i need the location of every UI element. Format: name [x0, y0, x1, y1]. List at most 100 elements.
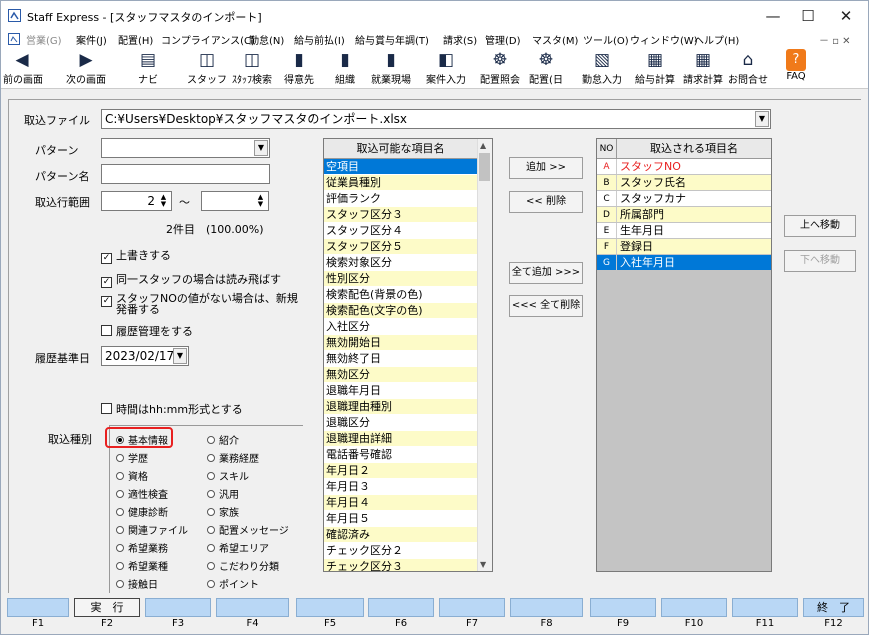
menu-sales[interactable]: 営業(G): [26, 32, 62, 47]
imported-item[interactable]: F 登録日: [597, 239, 771, 255]
imported-item[interactable]: E 生年月日: [597, 223, 771, 239]
radio-skill[interactable]: スキル: [207, 468, 249, 483]
remove-all-button[interactable]: <<< 全て削除: [509, 295, 583, 317]
toolbar-staff-search[interactable]: ◫ ｽﾀｯﾌ検索: [229, 49, 275, 87]
available-item[interactable]: 退職区分: [324, 415, 477, 431]
auto-number-checkbox[interactable]: ✓ スタッフNOの値がない場合は、新規発番する: [101, 293, 301, 315]
row-to-stepper[interactable]: ▲ ▼: [201, 191, 269, 211]
available-item[interactable]: 従業員種別: [324, 175, 477, 191]
row-from-stepper[interactable]: 2 ▲ ▼: [101, 191, 172, 211]
toolbar-attendance-entry[interactable]: ▧ 勤怠入力: [577, 49, 627, 87]
scroll-up-icon[interactable]: ▲: [480, 141, 486, 150]
radio-work-history[interactable]: 業務経歴: [207, 450, 259, 465]
available-item[interactable]: 評価ランク: [324, 191, 477, 207]
radio-points[interactable]: ポイント: [207, 576, 259, 591]
remove-button[interactable]: << 削除: [509, 191, 583, 213]
menu-window[interactable]: ウィンドウ(W): [630, 32, 698, 47]
available-item[interactable]: チェック区分３: [324, 559, 477, 571]
add-button[interactable]: 追加 >>: [509, 157, 583, 179]
menu-advance-pay[interactable]: 給与前払(I): [294, 32, 345, 47]
available-item[interactable]: 無効終了日: [324, 351, 477, 367]
time-format-checkbox[interactable]: 時間はhh:mm形式とする: [101, 401, 243, 417]
pattern-name-input[interactable]: [101, 164, 270, 184]
fkey-f8[interactable]: [510, 598, 583, 617]
menu-admin[interactable]: 管理(D): [485, 32, 521, 47]
available-item[interactable]: スタッフ区分４: [324, 223, 477, 239]
menu-compliance[interactable]: コンプライアンス(C): [161, 32, 255, 47]
radio-qualification[interactable]: 資格: [116, 468, 148, 483]
toolbar-navi[interactable]: ▤ ナビ: [133, 49, 163, 87]
pattern-select[interactable]: ▼: [101, 138, 270, 158]
available-item[interactable]: スタッフ区分３: [324, 207, 477, 223]
history-date-picker[interactable]: 2023/02/17 ▼: [101, 346, 189, 366]
available-item[interactable]: スタッフ区分５: [324, 239, 477, 255]
scroll-thumb[interactable]: [479, 153, 490, 181]
toolbar-inquiry[interactable]: ⌂ お問合せ: [727, 49, 769, 87]
mdi-controls[interactable]: － ▫ ✕: [819, 32, 851, 47]
radio-preference-category[interactable]: こだわり分類: [207, 558, 279, 573]
available-item[interactable]: 性別区分: [324, 271, 477, 287]
menu-jobs[interactable]: 案件(J): [76, 32, 107, 47]
menu-billing[interactable]: 請求(S): [443, 32, 477, 47]
imported-item[interactable]: G 入社年月日: [597, 255, 771, 271]
chevron-down-icon[interactable]: ▼: [755, 111, 769, 127]
toolbar-staff[interactable]: ◫ スタッフ: [187, 49, 227, 87]
fkey-f6[interactable]: [368, 598, 434, 617]
toolbar-next-screen[interactable]: ▶ 次の画面: [61, 49, 111, 87]
fkey-f7[interactable]: [439, 598, 505, 617]
radio-desired-industry[interactable]: 希望業種: [116, 558, 168, 573]
toolbar-payroll[interactable]: ▦ 給与計算: [631, 49, 679, 87]
radio-health-check[interactable]: 健康診断: [116, 504, 168, 519]
fkey-f11[interactable]: [732, 598, 798, 617]
menu-master[interactable]: マスタ(M): [532, 32, 578, 47]
radio-referral[interactable]: 紹介: [207, 432, 239, 447]
available-item[interactable]: 退職理由種別: [324, 399, 477, 415]
spin-arrows-icon[interactable]: ▲ ▼: [255, 194, 266, 209]
menu-tools[interactable]: ツール(O): [583, 32, 629, 47]
available-item[interactable]: 無効区分: [324, 367, 477, 383]
close-button[interactable]: ✕: [831, 5, 861, 27]
toolbar-customer[interactable]: ▮ 得意先: [281, 49, 317, 87]
available-item[interactable]: チェック区分２: [324, 543, 477, 559]
toolbar-billing[interactable]: ▦ 請求計算: [679, 49, 727, 87]
available-item[interactable]: 年月日４: [324, 495, 477, 511]
move-up-button[interactable]: 上へ移動: [784, 215, 856, 237]
menu-placement[interactable]: 配置(H): [118, 32, 153, 47]
available-items-scrollbar[interactable]: ▲ ▼: [477, 139, 492, 571]
radio-education[interactable]: 学歴: [116, 450, 148, 465]
fkey-f4[interactable]: [216, 598, 289, 617]
radio-placement-message[interactable]: 配置メッセージ: [207, 522, 289, 537]
radio-desired-work[interactable]: 希望業務: [116, 540, 168, 555]
fkey-f10[interactable]: [661, 598, 727, 617]
available-item[interactable]: 年月日２: [324, 463, 477, 479]
available-item[interactable]: 検索配色(背景の色): [324, 287, 477, 303]
available-item[interactable]: 退職年月日: [324, 383, 477, 399]
fkey-f5[interactable]: [296, 598, 364, 617]
add-all-button[interactable]: 全て追加 >>>: [509, 262, 583, 284]
toolbar-job-entry[interactable]: ◧ 案件入力: [421, 49, 471, 87]
radio-general[interactable]: 汎用: [207, 486, 239, 501]
skip-same-staff-checkbox[interactable]: ✓ 同一スタッフの場合は読み飛ばす: [101, 271, 281, 288]
menu-payroll[interactable]: 給与賞与年調(T): [355, 32, 429, 47]
available-item[interactable]: 空項目: [324, 159, 477, 175]
imported-item[interactable]: C スタッフカナ: [597, 191, 771, 207]
imported-item[interactable]: A スタッフNO: [597, 159, 771, 175]
radio-desired-area[interactable]: 希望エリア: [207, 540, 269, 555]
toolbar-placement-query[interactable]: ☸ 配置照会: [475, 49, 525, 87]
available-item[interactable]: 検索配色(文字の色): [324, 303, 477, 319]
fkey-f12-exit[interactable]: 終 了: [803, 598, 864, 617]
fkey-f2-run[interactable]: 実 行: [74, 598, 140, 617]
available-item[interactable]: 年月日３: [324, 479, 477, 495]
chevron-down-icon[interactable]: ▼: [254, 140, 268, 156]
fkey-f1[interactable]: [7, 598, 69, 617]
scroll-down-icon[interactable]: ▼: [480, 560, 486, 569]
move-down-button[interactable]: 下へ移動: [784, 250, 856, 272]
available-item[interactable]: 電話番号確認: [324, 447, 477, 463]
radio-aptitude-test[interactable]: 適性検査: [116, 486, 168, 501]
available-item[interactable]: 年月日５: [324, 511, 477, 527]
radio-related-files[interactable]: 関連ファイル: [116, 522, 188, 537]
toolbar-prev-screen[interactable]: ◀ 前の画面: [3, 49, 43, 87]
fkey-f3[interactable]: [145, 598, 211, 617]
toolbar-placement-day[interactable]: ☸ 配置(日: [527, 49, 565, 87]
maximize-button[interactable]: ☐: [793, 5, 823, 27]
